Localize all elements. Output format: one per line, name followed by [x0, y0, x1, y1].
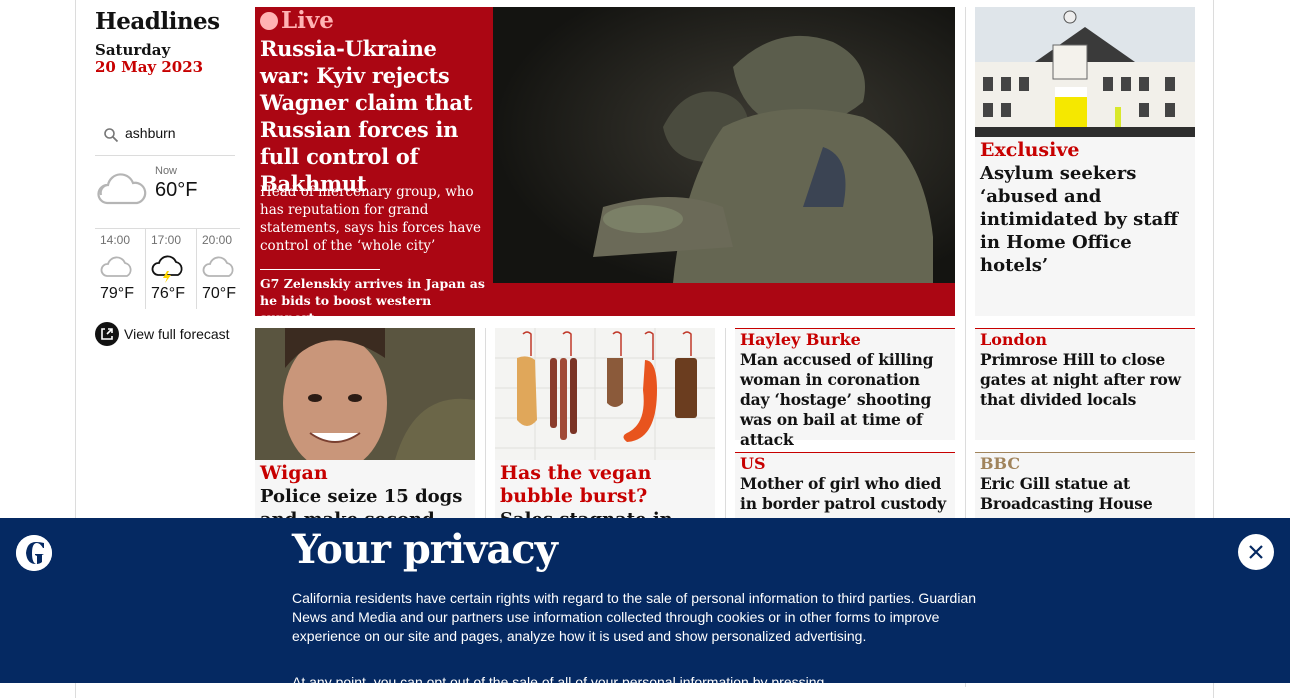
- story-kicker: BBC: [980, 454, 1021, 473]
- weather-location-search[interactable]: [95, 119, 235, 156]
- forecast-time: 20:00: [202, 233, 233, 247]
- divider: [260, 269, 380, 270]
- forecast-time: 17:00: [151, 233, 182, 247]
- forecast-slot: 20:00 70°F: [196, 229, 247, 309]
- view-full-forecast-label: View full forecast: [124, 326, 230, 342]
- external-link-icon: [95, 322, 119, 346]
- privacy-title: Your privacy: [292, 526, 558, 573]
- forecast-slot: 17:00 76°F: [145, 229, 196, 309]
- live-sublink[interactable]: G7 Zelenskiy arrives in Japan as he bids…: [260, 275, 485, 326]
- story-kicker: London: [980, 330, 1048, 349]
- column-divider: [485, 328, 486, 528]
- cloud-icon: [97, 173, 147, 205]
- live-story-card[interactable]: Live Russia-Ukraine war: Kyiv rejects Wa…: [255, 7, 955, 325]
- forecast-slot: 14:00 79°F: [95, 229, 145, 309]
- story-text: Hayley Burke Man accused of killing woma…: [740, 330, 952, 450]
- story-image: [255, 328, 475, 460]
- section-title: Headlines: [95, 8, 220, 35]
- hotel-image: [975, 7, 1195, 137]
- live-label: Live: [281, 7, 334, 34]
- live-dot-icon: [260, 12, 278, 30]
- story-card[interactable]: London Primrose Hill to close gates at n…: [975, 328, 1195, 440]
- location-input[interactable]: [125, 125, 230, 141]
- story-card[interactable]: Wigan Police seize 15 dogs and make seco…: [255, 328, 475, 530]
- view-full-forecast-link[interactable]: View full forecast: [95, 322, 230, 346]
- exclusive-story-text: Exclusive Asylum seekers ‘abused and int…: [980, 139, 1190, 277]
- card-rule: [735, 452, 955, 453]
- forecast-temp: 76°F: [151, 285, 185, 302]
- search-icon: [104, 128, 119, 143]
- story-card[interactable]: Hayley Burke Man accused of killing woma…: [735, 328, 955, 449]
- story-image: [495, 328, 715, 460]
- story-kicker: Wigan: [260, 462, 328, 484]
- thunderstorm-icon: [151, 255, 183, 283]
- cloud-icon: [202, 256, 234, 277]
- story-kicker: US: [740, 454, 766, 473]
- story-headline[interactable]: Man accused of killing woman in coronati…: [740, 350, 952, 450]
- live-headline[interactable]: Russia-Ukraine war: Kyiv rejects Wagner …: [260, 35, 488, 197]
- forecast-temp: 70°F: [202, 285, 236, 302]
- story-text: BBC Eric Gill statue at Broadcasting Hou…: [980, 454, 1192, 514]
- story-kicker: Hayley Burke: [740, 330, 861, 349]
- story-headline[interactable]: Eric Gill statue at Broadcasting House: [980, 474, 1192, 514]
- guardian-logo-icon: [16, 535, 52, 571]
- live-story-image: [493, 7, 955, 283]
- close-button[interactable]: [1238, 534, 1274, 570]
- forecast-time: 14:00: [100, 233, 131, 247]
- card-rule: [735, 328, 955, 329]
- forecast-temp: 79°F: [100, 285, 134, 302]
- story-card[interactable]: Has the vegan bubble burst? Sales stagna…: [495, 328, 715, 553]
- now-temperature: 60°F: [155, 179, 198, 201]
- story-kicker: Has the vegan bubble burst?: [500, 462, 652, 507]
- privacy-body: California residents have certain rights…: [292, 590, 977, 644]
- live-standfirst: Head of mercenary group, who has reputat…: [260, 184, 481, 254]
- story-headline[interactable]: Primrose Hill to close gates at night af…: [980, 350, 1192, 410]
- current-weather: Now 60°F: [95, 163, 235, 223]
- story-headline[interactable]: Asylum seekers ‘abused and intimidated b…: [980, 162, 1190, 277]
- cloud-icon: [100, 256, 132, 277]
- card-rule: [975, 452, 1195, 453]
- card-rule: [975, 328, 1195, 329]
- hourly-forecast: 14:00 79°F 17:00 76°F 20:00 70°F: [95, 228, 240, 309]
- privacy-banner: Your privacy California residents have c…: [0, 518, 1290, 690]
- close-icon: [1249, 545, 1263, 559]
- date-full: 20 May 2023: [95, 58, 204, 76]
- live-kicker: Live: [260, 7, 334, 35]
- date-day: Saturday: [95, 41, 171, 59]
- column-divider: [725, 328, 726, 528]
- story-text: London Primrose Hill to close gates at n…: [980, 330, 1192, 410]
- now-label: Now: [155, 165, 178, 177]
- story-kicker: Exclusive: [980, 139, 1080, 161]
- headlines-sidebar: Headlines Saturday 20 May 2023 Now 60°F …: [95, 8, 240, 346]
